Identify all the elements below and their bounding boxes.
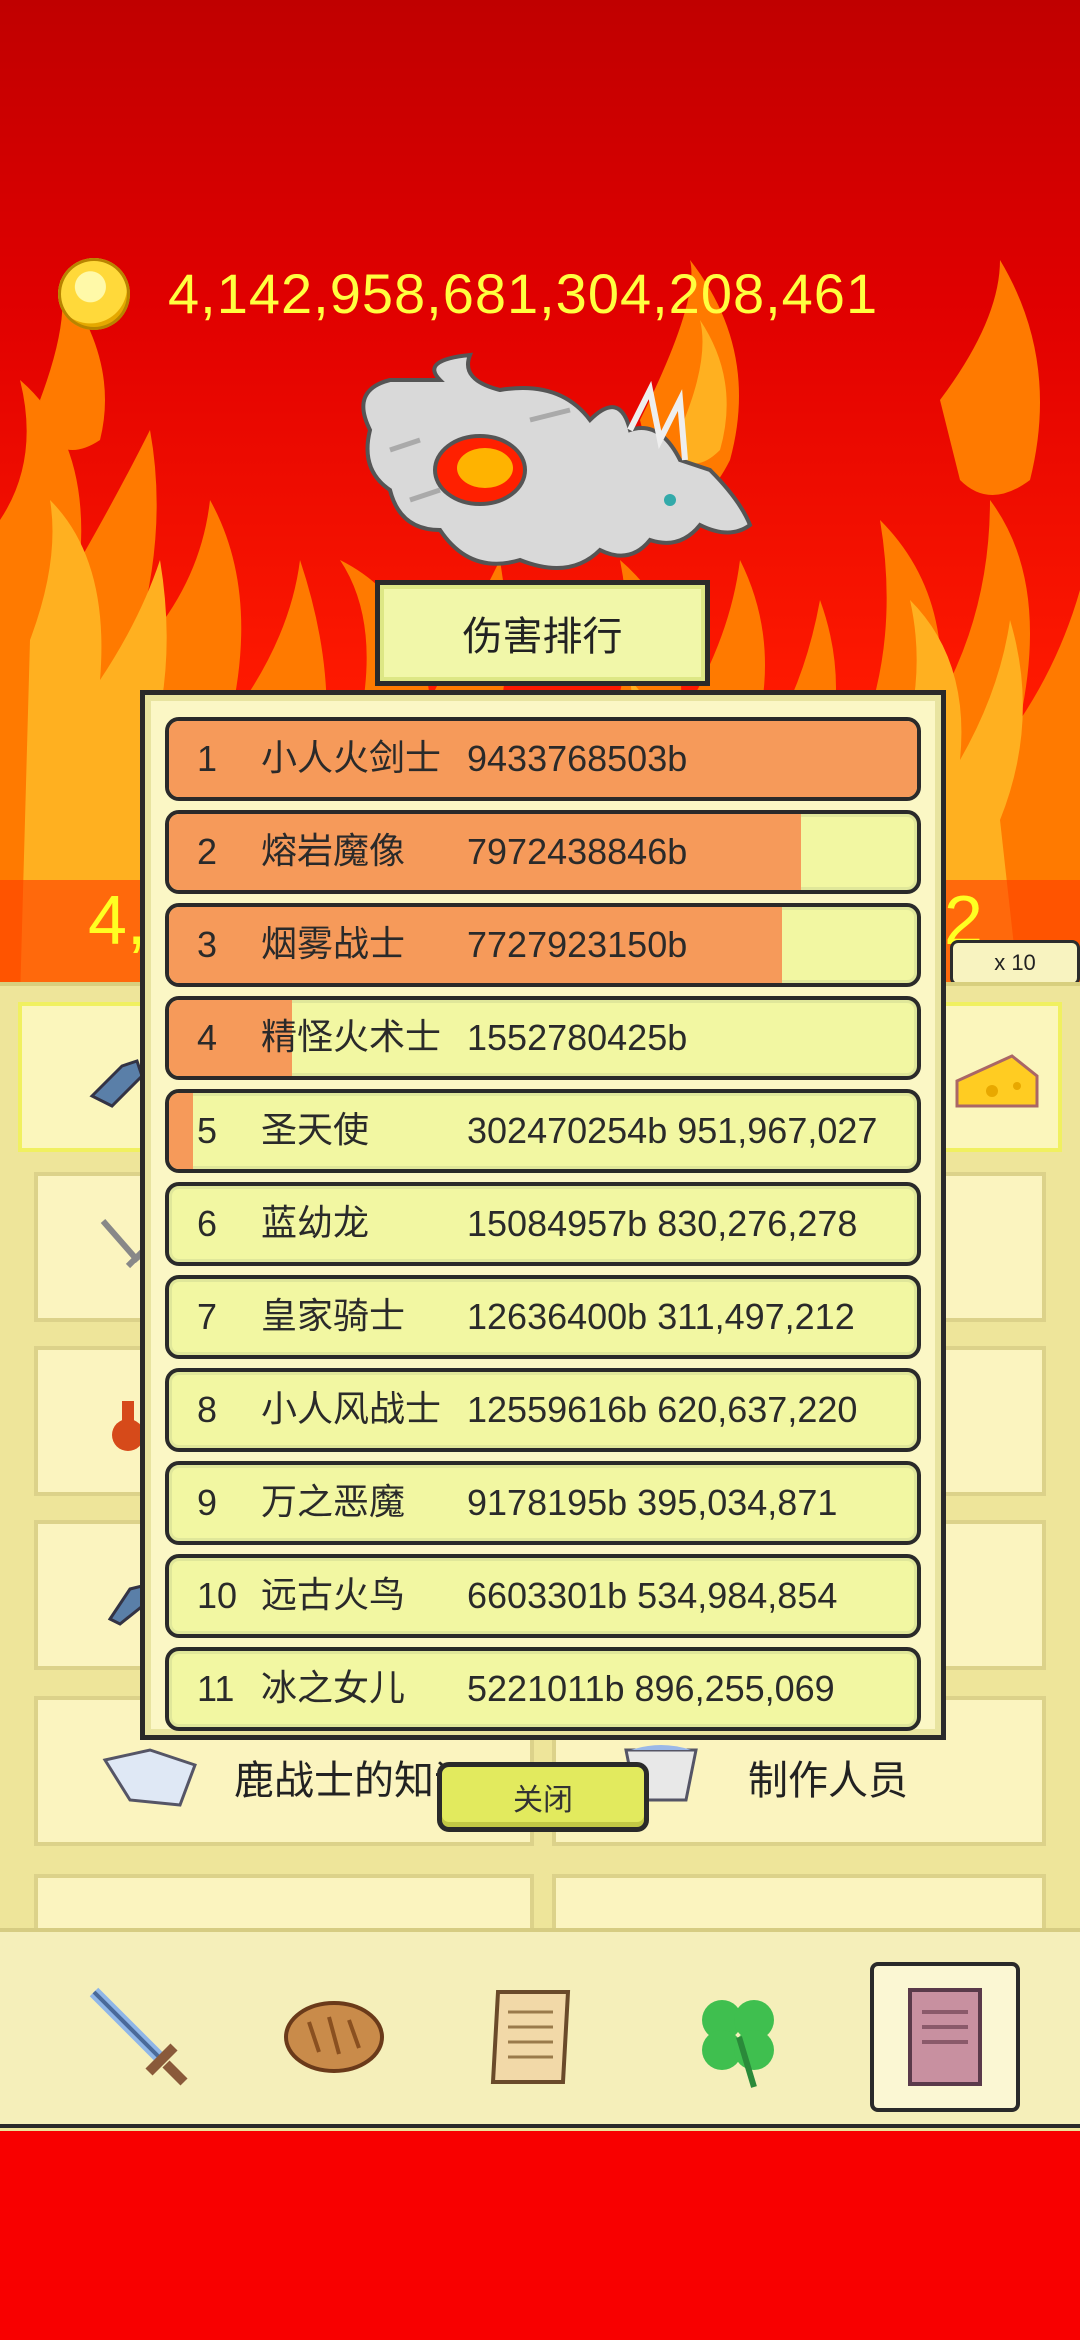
rank-row: 6 蓝幼龙 15084957b 830,276,278 [165,1182,921,1266]
rank-number: 7 [197,1296,218,1337]
unit-name: 烟雾战士 [261,924,406,965]
open-book-icon [102,1748,197,1807]
rank-row: 9 万之恶魔 9178195b 395,034,871 [165,1461,921,1545]
rank-list: 1 小人火剑士 9433768503b 2 熔岩魔像 7972438846b 3 烟雾战士 77… [165,717,921,1735]
clover-icon [702,2000,774,2088]
book-icon [908,1988,982,2086]
rank-row: 4 精怪火术士 1552780425b [165,996,921,1080]
panel-card-right-5[interactable] [552,1874,1046,1934]
gold-amount: 4,142,958,681,304,208,461 [168,262,879,325]
rank-row: 1 小人火剑士 9433768503b [165,717,921,801]
unit-name: 冰之女儿 [261,1668,406,1709]
rank-row: 5 圣天使 302470254b 951,967,027 [165,1089,921,1173]
damage-value: 12559616b 620,637,220 [467,1389,858,1430]
rank-row: 8 小人风战士 12559616b 620,637,220 [165,1368,921,1452]
close-button[interactable]: 关闭 [437,1762,649,1832]
gold-coin-icon [58,258,130,330]
damage-value: 7972438846b [467,831,688,872]
damage-value: 9178195b 395,034,871 [467,1482,838,1523]
damage-value: 6603301b 534,984,854 [467,1575,838,1616]
nav-scroll-button[interactable] [458,1962,608,2112]
unit-name: 精怪火术士 [261,1017,442,1058]
rank-row: 10 远古火鸟 6603301b 534,984,854 [165,1554,921,1638]
multiplier-button[interactable]: x 10 [950,940,1080,986]
unit-name: 万之恶魔 [261,1482,406,1523]
damage-value: 12636400b 311,497,212 [467,1296,855,1337]
damage-value: 1552780425b [467,1017,688,1058]
damage-value: 15084957b 830,276,278 [467,1203,858,1244]
rank-row: 3 烟雾战士 7727923150b [165,903,921,987]
rank-number: 4 [197,1017,218,1058]
damage-value: 7727923150b [467,924,688,965]
rank-number: 11 [197,1668,235,1709]
rank-number: 9 [197,1482,218,1523]
unit-name: 熔岩魔像 [261,831,406,872]
damage-value: 9433768503b [467,738,688,779]
bread-icon [284,2001,384,2073]
rank-number: 1 [197,738,218,779]
damage-value: 302470254b 951,967,027 [467,1110,878,1151]
unit-name: 小人风战士 [261,1389,442,1430]
nav-sword-button[interactable] [64,1962,214,2112]
unit-name: 皇家骑士 [261,1296,406,1337]
rank-row: 11 冰之女儿 5221011b 896,255,069 [165,1647,921,1731]
credits-label: 制作人员 [748,1758,908,1804]
cheese-icon [955,1054,1039,1108]
unit-name: 蓝幼龙 [261,1203,370,1244]
rank-number: 3 [197,924,218,965]
rank-number: 2 [197,831,218,872]
rank-number: 5 [197,1110,218,1151]
unit-name: 远古火鸟 [261,1575,406,1616]
bottom-nav [0,1928,1080,2128]
unit-name: 圣天使 [261,1110,370,1151]
nav-bread-button[interactable] [259,1962,409,2112]
nav-book-button[interactable] [870,1962,1020,2112]
background-number-left: 4, [88,881,147,959]
nav-clover-button[interactable] [664,1962,814,2112]
rank-number: 6 [197,1203,218,1244]
rank-row: 7 皇家骑士 12636400b 311,497,212 [165,1275,921,1359]
sword-icon [89,1987,188,2086]
damage-value: 5221011b 896,255,069 [467,1668,835,1709]
scroll-icon [490,1990,571,2084]
unit-name: 小人火剑士 [261,738,442,779]
popup-title: 伤害排行 [375,580,710,686]
rank-number: 10 [197,1575,238,1616]
rank-row: 2 熔岩魔像 7972438846b [165,810,921,894]
panel-card-left-5[interactable] [34,1874,534,1934]
damage-bar [169,1093,193,1169]
rank-number: 8 [197,1389,218,1430]
damage-ranking-popup: 1 小人火剑士 9433768503b 2 熔岩魔像 7972438846b 3 烟雾战士 77… [140,690,946,1740]
